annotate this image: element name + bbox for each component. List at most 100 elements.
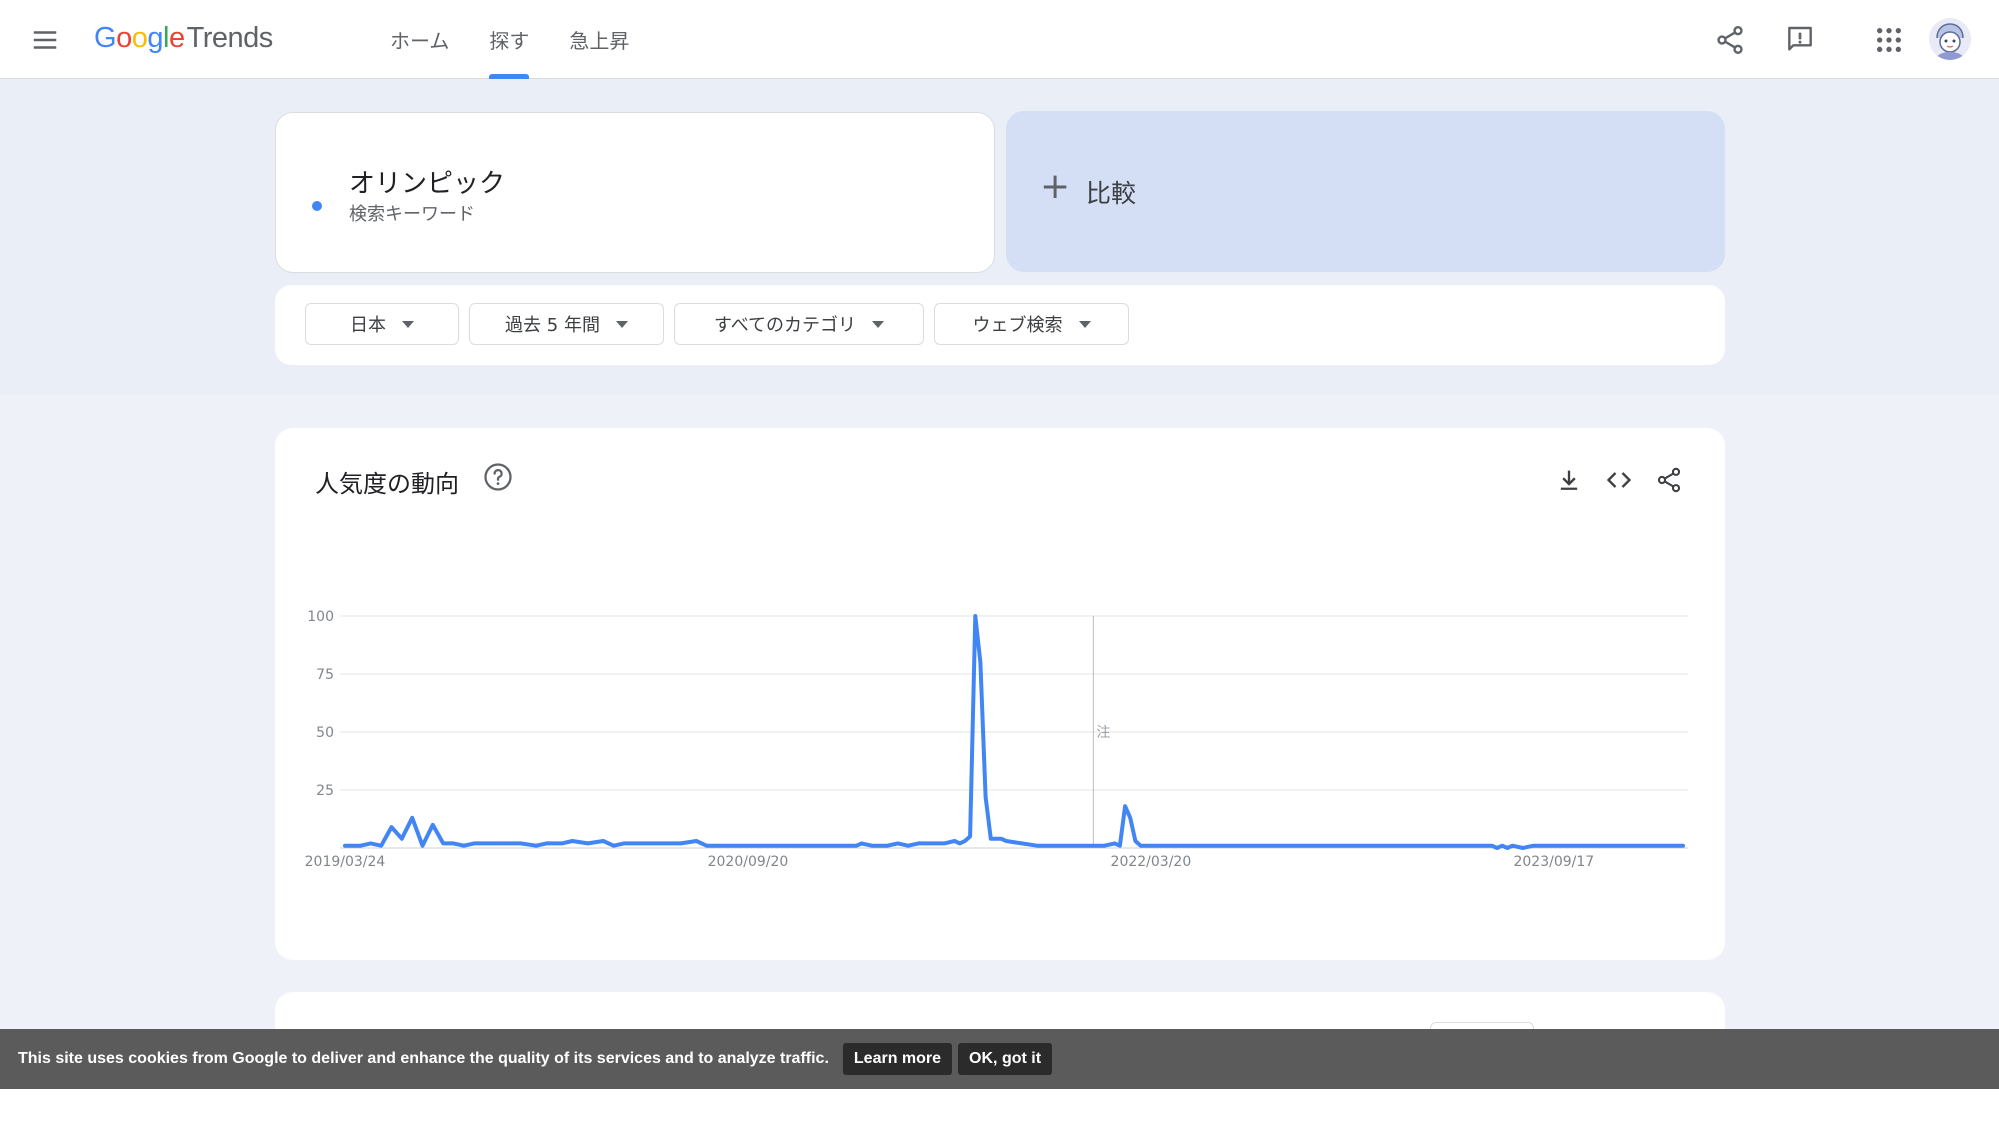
term-color-dot bbox=[312, 201, 322, 211]
filter-bar: 日本 過去 5 年間 すべてのカテゴリ ウェブ検索 bbox=[275, 285, 1725, 365]
data-point bbox=[984, 795, 988, 799]
data-point bbox=[586, 841, 590, 845]
y-tick-label: 50 bbox=[316, 725, 334, 741]
account-avatar[interactable] bbox=[1929, 18, 1971, 60]
data-point bbox=[746, 844, 750, 848]
nav-trending[interactable]: 急上昇 bbox=[549, 0, 649, 79]
ok-got-it-button[interactable]: OK, got it bbox=[958, 1043, 1053, 1075]
y-tick-label: 25 bbox=[316, 783, 334, 799]
dropdown-arrow-icon bbox=[1078, 320, 1091, 328]
region-dropdown[interactable]: 日本 bbox=[305, 303, 459, 345]
data-point bbox=[612, 844, 616, 848]
data-point bbox=[519, 841, 523, 845]
data-point bbox=[379, 844, 383, 848]
data-point bbox=[451, 841, 455, 845]
compare-button[interactable]: + 比較 bbox=[1006, 111, 1725, 272]
google-trends-logo[interactable]: GoogleTrends bbox=[94, 22, 273, 55]
data-point bbox=[1681, 844, 1685, 848]
data-point bbox=[978, 660, 982, 664]
search-type-dropdown[interactable]: ウェブ検索 bbox=[934, 303, 1129, 345]
data-point bbox=[1035, 844, 1039, 848]
data-point bbox=[932, 841, 936, 845]
avatar-image bbox=[1929, 18, 1971, 60]
data-point bbox=[870, 844, 874, 848]
data-point bbox=[1511, 844, 1515, 848]
y-tick-label: 100 bbox=[307, 609, 334, 625]
data-point bbox=[999, 837, 1003, 841]
data-point bbox=[1531, 844, 1535, 848]
data-point bbox=[343, 844, 347, 848]
data-point bbox=[369, 841, 373, 845]
region-value: 日本 bbox=[350, 315, 386, 336]
data-point bbox=[1118, 844, 1122, 848]
data-point bbox=[705, 844, 709, 848]
interest-over-time-card: 25 50 75 100 2019/03/24 2020/09/20 2022/03/20 2… bbox=[275, 428, 1725, 960]
card-title: 人気度の動向 bbox=[315, 470, 459, 498]
data-point bbox=[973, 614, 977, 618]
data-point bbox=[1004, 839, 1008, 843]
help-icon[interactable] bbox=[483, 462, 513, 492]
search-type-value: ウェブ検索 bbox=[972, 315, 1063, 336]
plus-icon: + bbox=[1040, 166, 1071, 207]
data-point bbox=[896, 841, 900, 845]
x-tick-label: 2023/09/17 bbox=[1513, 854, 1594, 870]
data-point bbox=[488, 841, 492, 845]
apps-icon[interactable] bbox=[1873, 24, 1905, 56]
interest-over-time-chart[interactable]: 25 50 75 100 2019/03/24 2020/09/20 2022/03/20 2… bbox=[275, 428, 1725, 960]
data-point bbox=[601, 839, 605, 843]
feedback-icon[interactable] bbox=[1784, 24, 1816, 56]
data-point bbox=[885, 844, 889, 848]
data-point bbox=[1139, 844, 1143, 848]
dropdown-arrow-icon bbox=[402, 320, 414, 328]
data-point bbox=[544, 841, 548, 845]
data-point bbox=[1128, 816, 1132, 820]
annotation-label: 注 bbox=[1096, 725, 1110, 741]
y-tick-label: 75 bbox=[316, 667, 334, 683]
search-term-card[interactable]: オリンピック 検索キーワード bbox=[275, 112, 995, 273]
data-point bbox=[410, 816, 414, 820]
x-tick-label: 2020/09/20 bbox=[708, 854, 789, 870]
data-point bbox=[1521, 846, 1525, 850]
embed-icon[interactable] bbox=[1605, 466, 1633, 494]
nav-home[interactable]: ホーム bbox=[370, 0, 469, 79]
compare-label: 比較 bbox=[1086, 179, 1137, 208]
nav-explore[interactable]: 探す bbox=[469, 0, 549, 79]
data-point bbox=[663, 841, 667, 845]
period-dropdown[interactable]: 過去 5 年間 bbox=[469, 303, 664, 345]
data-point bbox=[472, 841, 476, 845]
data-point bbox=[916, 841, 920, 845]
share-icon[interactable] bbox=[1655, 466, 1683, 494]
data-point bbox=[942, 841, 946, 845]
data-point bbox=[963, 839, 967, 843]
data-point bbox=[570, 839, 574, 843]
learn-more-button[interactable]: Learn more bbox=[842, 1043, 953, 1075]
download-icon[interactable] bbox=[1555, 466, 1583, 494]
dropdown-arrow-icon bbox=[615, 320, 628, 328]
data-point bbox=[1490, 844, 1494, 848]
data-point bbox=[958, 841, 962, 845]
data-point bbox=[389, 825, 393, 829]
data-point bbox=[431, 823, 435, 827]
category-value: すべてのカテゴリ bbox=[713, 315, 857, 336]
period-value: 過去 5 年間 bbox=[505, 315, 600, 336]
data-point bbox=[860, 841, 864, 845]
data-point bbox=[534, 844, 538, 848]
menu-icon[interactable] bbox=[30, 25, 60, 55]
cookie-consent-bar: This site uses cookies from Google to de… bbox=[0, 1029, 1999, 1089]
share-icon[interactable] bbox=[1714, 24, 1746, 56]
data-point bbox=[441, 841, 445, 845]
x-tick-label: 2022/03/20 bbox=[1111, 854, 1192, 870]
category-dropdown[interactable]: すべてのカテゴリ bbox=[674, 303, 924, 345]
data-point bbox=[1133, 839, 1137, 843]
data-point bbox=[854, 844, 858, 848]
data-point bbox=[648, 841, 652, 845]
data-point bbox=[1123, 804, 1127, 808]
main-nav: ホーム 探す 急上昇 bbox=[370, 0, 649, 79]
data-point bbox=[1102, 844, 1106, 848]
data-point bbox=[1500, 844, 1504, 848]
dropdown-arrow-icon bbox=[872, 320, 885, 328]
data-point bbox=[560, 841, 564, 845]
data-point bbox=[420, 844, 424, 848]
data-point bbox=[1495, 846, 1499, 850]
cookie-text: This site uses cookies from Google to de… bbox=[18, 1050, 829, 1067]
